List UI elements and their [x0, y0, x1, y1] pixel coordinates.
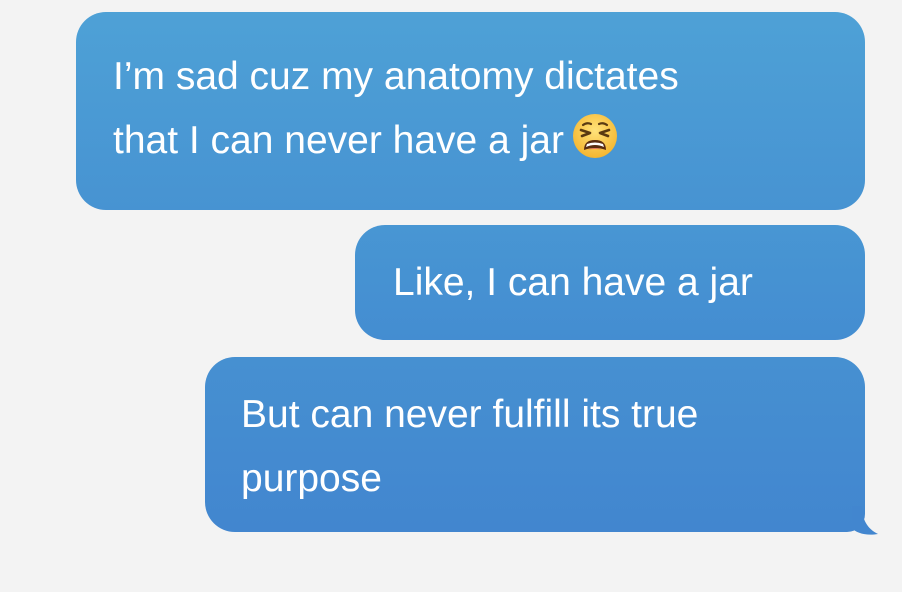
- message-line: But can never fulfill its true: [241, 393, 699, 436]
- message-line: that I can never have a jar: [113, 109, 835, 173]
- message-line: Like, I can have a jar: [393, 261, 753, 304]
- message-bubble-1[interactable]: I’m sad cuz my anatomy dictates that I c…: [76, 12, 865, 210]
- weary-face-icon: [572, 113, 618, 159]
- bubble-tail: [852, 506, 878, 535]
- message-bubble-3[interactable]: But can never fulfill its true purpose: [205, 357, 865, 532]
- message-thread: I’m sad cuz my anatomy dictates that I c…: [0, 0, 902, 592]
- message-bubble-2[interactable]: Like, I can have a jar: [355, 225, 865, 340]
- message-line: I’m sad cuz my anatomy dictates: [113, 55, 679, 98]
- message-line: purpose: [241, 457, 382, 500]
